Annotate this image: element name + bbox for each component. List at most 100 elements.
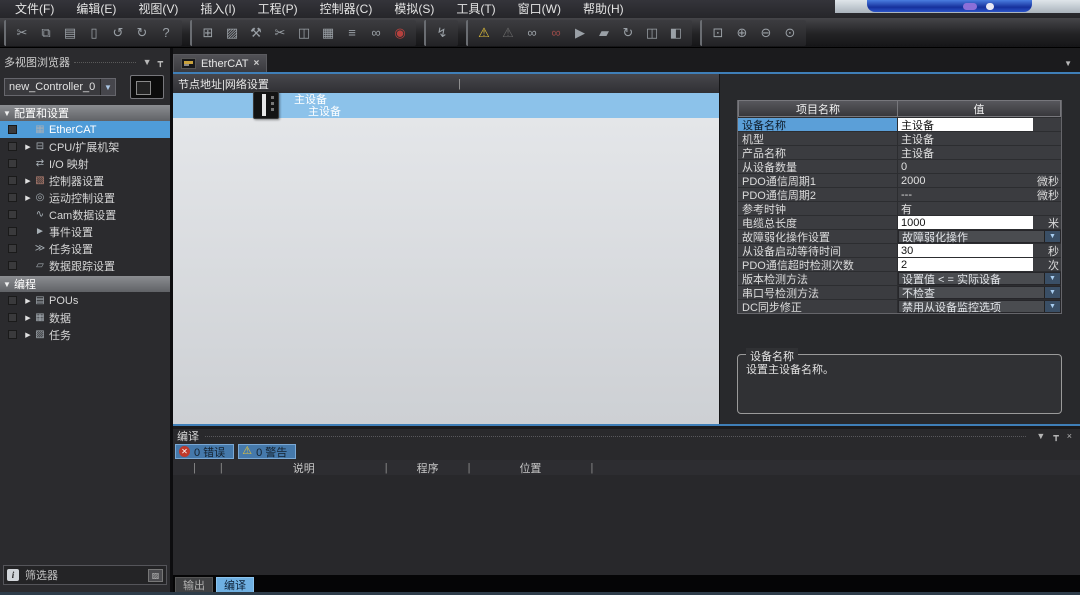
- sync-icon[interactable]: ↻: [616, 22, 640, 44]
- cut-icon[interactable]: ✂: [10, 22, 34, 44]
- property-row-设备名称[interactable]: 设备名称主设备: [738, 117, 1061, 131]
- controller-select[interactable]: new_Controller_0 ▼: [4, 78, 116, 96]
- property-row-DC同步修正[interactable]: DC同步修正禁用从设备监控选项▼: [738, 299, 1061, 313]
- paste-icon[interactable]: ▤: [58, 22, 82, 44]
- property-row-从设备启动等待时间[interactable]: 从设备启动等待时间30秒: [738, 243, 1061, 257]
- property-row-PDO通信周期1[interactable]: PDO通信周期12000微秒: [738, 173, 1061, 187]
- property-label[interactable]: 参考时钟: [738, 202, 898, 215]
- expand-icon[interactable]: ▶: [23, 314, 33, 322]
- menu-item-工程[interactable]: 工程(P): [247, 0, 309, 18]
- property-row-从设备数量[interactable]: 从设备数量0: [738, 159, 1061, 173]
- print-icon[interactable]: ▨: [220, 22, 244, 44]
- property-value-select[interactable]: 设置值 < = 实际设备▼: [898, 272, 1061, 285]
- run-icon[interactable]: ▶: [568, 22, 592, 44]
- collapse-icon[interactable]: ▼: [0, 109, 14, 118]
- sidebar-item-任务[interactable]: ▶▨任务: [0, 326, 170, 343]
- expand-icon[interactable]: ▶: [23, 331, 33, 339]
- expand-icon[interactable]: ▶: [23, 177, 33, 185]
- property-label[interactable]: 从设备启动等待时间: [738, 244, 898, 257]
- property-label[interactable]: 版本检测方法: [738, 272, 898, 285]
- property-value-input[interactable]: 主设备: [898, 118, 1033, 131]
- monitor-63-icon[interactable]: ◫: [292, 22, 316, 44]
- property-label[interactable]: PDO通信周期1: [738, 174, 898, 187]
- menu-item-工具[interactable]: 工具(T): [445, 0, 506, 18]
- filter-button-icon[interactable]: ▨: [148, 569, 163, 582]
- property-row-PDO通信超时检测次数[interactable]: PDO通信超时检测次数2次: [738, 257, 1061, 271]
- menu-item-控制器[interactable]: 控制器(C): [309, 0, 384, 18]
- chevron-down-icon[interactable]: ▼: [1044, 273, 1060, 284]
- sidebar-item-数据跟踪设置[interactable]: ▱数据跟踪设置: [0, 257, 170, 274]
- build-icon[interactable]: ⚒: [244, 22, 268, 44]
- warning-off-icon[interactable]: ⚠: [496, 22, 520, 44]
- monitor-icon[interactable]: ▦: [316, 22, 340, 44]
- chevron-down-icon[interactable]: ▼: [140, 57, 155, 67]
- property-row-电缆总长度[interactable]: 电缆总长度1000米: [738, 215, 1061, 229]
- property-row-串口号检测方法[interactable]: 串口号检测方法不检查▼: [738, 285, 1061, 299]
- property-label[interactable]: 故障弱化操作设置: [738, 230, 898, 243]
- property-value-select[interactable]: 不检查▼: [898, 286, 1061, 299]
- sidebar-item-控制器设置[interactable]: ▶▧控制器设置: [0, 172, 170, 189]
- zoom-fit-icon[interactable]: ⊡: [706, 22, 730, 44]
- delete-icon[interactable]: ▯: [82, 22, 106, 44]
- property-label[interactable]: DC同步修正: [738, 300, 898, 313]
- online-monitor-icon[interactable]: ◫: [640, 22, 664, 44]
- undo-icon[interactable]: ↺: [106, 22, 130, 44]
- rebuild-icon[interactable]: ✂: [268, 22, 292, 44]
- watch-window-icon[interactable]: ∞: [520, 22, 544, 44]
- chevron-down-icon[interactable]: ▼: [1032, 431, 1049, 441]
- property-row-PDO通信周期2[interactable]: PDO通信周期2---微秒: [738, 187, 1061, 201]
- watch-window-red-icon[interactable]: ∞: [544, 22, 568, 44]
- property-row-故障弱化操作设置[interactable]: 故障弱化操作设置故障弱化操作▼: [738, 229, 1061, 243]
- filter-bar[interactable]: i 筛选器 ▨: [3, 565, 167, 585]
- menu-item-窗口[interactable]: 窗口(W): [507, 0, 572, 18]
- pin-icon[interactable]: ┳: [1049, 431, 1062, 442]
- chevron-down-icon[interactable]: ▼: [1044, 231, 1060, 242]
- collapse-icon[interactable]: ▼: [0, 280, 14, 289]
- redo-icon[interactable]: ↻: [130, 22, 154, 44]
- property-value-select[interactable]: 禁用从设备监控选项▼: [898, 300, 1061, 313]
- chevron-down-icon[interactable]: ▼: [100, 79, 115, 95]
- menu-item-视图[interactable]: 视图(V): [127, 0, 189, 18]
- chevron-down-icon[interactable]: ▼: [1044, 301, 1060, 312]
- column-separator[interactable]: |: [458, 78, 461, 90]
- controller-module-icon[interactable]: [130, 75, 164, 99]
- zoom-in-icon[interactable]: ⊕: [730, 22, 754, 44]
- property-label[interactable]: PDO通信周期2: [738, 188, 898, 201]
- tab-ethercat[interactable]: EtherCAT ×: [173, 54, 267, 72]
- warning-filter-icon[interactable]: ⚠: [472, 22, 496, 44]
- sidebar-item-运动控制设置[interactable]: ▶◎运动控制设置: [0, 189, 170, 206]
- column-divider[interactable]: |: [590, 462, 593, 474]
- step-icon[interactable]: ▰: [592, 22, 616, 44]
- property-label[interactable]: 产品名称: [738, 146, 898, 159]
- 3d-view-icon[interactable]: ⊞: [196, 22, 220, 44]
- build-message-list[interactable]: [173, 475, 1080, 575]
- close-icon[interactable]: ×: [1063, 431, 1076, 441]
- sidebar-item-CPU/扩展机架[interactable]: ▶⊟CPU/扩展机架: [0, 138, 170, 155]
- master-device-row[interactable]: 主设备 主设备: [173, 93, 719, 118]
- property-row-机型[interactable]: 机型主设备: [738, 131, 1061, 145]
- sidebar-item-I/O 映射[interactable]: ⇄I/O 映射: [0, 155, 170, 172]
- expand-icon[interactable]: ▶: [23, 194, 33, 202]
- sidebar-item-事件设置[interactable]: ►事件设置: [0, 223, 170, 240]
- menu-item-文件[interactable]: 文件(F): [4, 0, 65, 18]
- property-row-版本检测方法[interactable]: 版本检测方法设置值 < = 实际设备▼: [738, 271, 1061, 285]
- property-value-select[interactable]: 故障弱化操作▼: [898, 230, 1061, 243]
- zoom-out-icon[interactable]: ⊖: [754, 22, 778, 44]
- zoom-100-icon[interactable]: ⊙: [778, 22, 802, 44]
- watch-icon[interactable]: ∞: [364, 22, 388, 44]
- sidebar-item-任务设置[interactable]: ≫任务设置: [0, 240, 170, 257]
- menu-item-编辑[interactable]: 编辑(E): [65, 0, 127, 18]
- menu-item-模拟[interactable]: 模拟(S): [383, 0, 445, 18]
- copy-icon[interactable]: ⧉: [34, 22, 58, 44]
- property-label[interactable]: 设备名称: [738, 118, 898, 131]
- errors-toggle-button[interactable]: ✕ 0 错误: [175, 444, 234, 459]
- network-canvas[interactable]: [173, 118, 719, 424]
- tab-output[interactable]: 输出: [175, 577, 213, 593]
- help-icon[interactable]: ?: [154, 22, 178, 44]
- property-label[interactable]: 从设备数量: [738, 160, 898, 173]
- expand-icon[interactable]: ▶: [23, 297, 33, 305]
- sidebar-item-Cam数据设置[interactable]: ∿Cam数据设置: [0, 206, 170, 223]
- menu-item-插入[interactable]: 插入(I): [189, 0, 246, 18]
- property-label[interactable]: 机型: [738, 132, 898, 145]
- offline-monitor-icon[interactable]: ◧: [664, 22, 688, 44]
